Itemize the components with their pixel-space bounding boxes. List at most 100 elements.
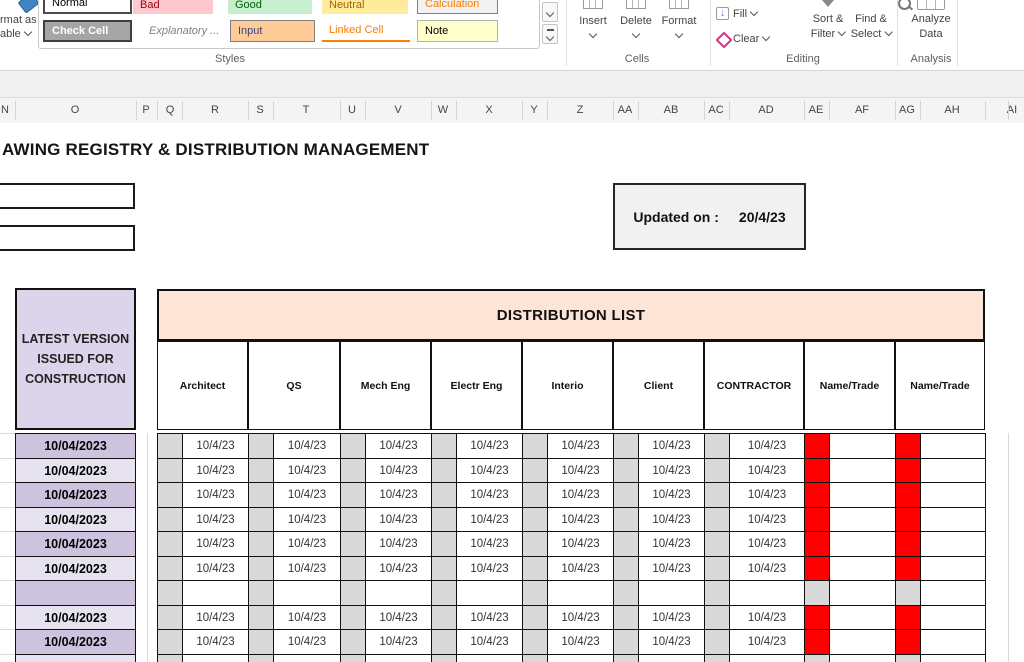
dist-date-cell[interactable] [182, 654, 249, 662]
separator-cell[interactable] [431, 629, 457, 655]
style-input[interactable]: Input [230, 20, 315, 42]
separator-cell[interactable] [522, 654, 548, 662]
separator-cell[interactable] [704, 654, 730, 662]
name-trade-cell[interactable] [920, 654, 986, 662]
dist-date-cell[interactable]: 10/4/23 [638, 605, 705, 630]
col-letter-R[interactable]: R [211, 98, 219, 123]
dist-date-cell[interactable] [729, 654, 805, 662]
separator-cell[interactable] [431, 654, 457, 662]
separator-cell[interactable] [340, 507, 366, 532]
separator-cell[interactable] [613, 531, 639, 557]
dist-date-cell[interactable] [273, 654, 341, 662]
col-letter-O[interactable]: O [71, 98, 80, 123]
separator-cell[interactable] [340, 629, 366, 655]
separator-cell[interactable] [157, 580, 183, 606]
dist-date-cell[interactable] [638, 580, 705, 606]
style-neutral[interactable]: Neutral [322, 0, 408, 14]
col-letter-AA[interactable]: AA [618, 98, 633, 123]
name-trade-cell[interactable] [920, 482, 986, 508]
style-note[interactable]: Note [417, 20, 498, 42]
separator-cell[interactable] [157, 556, 183, 581]
separator-cell[interactable] [248, 556, 274, 581]
dist-col-header-name-trade[interactable]: Name/Trade [804, 341, 895, 430]
dist-date-cell[interactable]: 10/4/23 [182, 507, 249, 532]
separator-cell[interactable] [157, 458, 183, 483]
format-as-table-button[interactable]: rmat as able [0, 0, 36, 52]
separator-cell[interactable] [704, 605, 730, 630]
flag-cell[interactable] [895, 605, 921, 630]
dist-date-cell[interactable]: 10/4/23 [547, 605, 614, 630]
dist-date-cell[interactable]: 10/4/23 [638, 531, 705, 557]
version-date-cell[interactable]: 10/04/2023 [15, 629, 136, 655]
name-trade-cell[interactable] [829, 482, 896, 508]
flag-cell[interactable] [804, 605, 830, 630]
style-good[interactable]: Good [228, 0, 312, 14]
name-trade-cell[interactable] [829, 458, 896, 483]
dist-date-cell[interactable]: 10/4/23 [273, 433, 341, 459]
styles-more-button[interactable] [542, 24, 558, 44]
dist-date-cell[interactable]: 10/4/23 [365, 458, 432, 483]
styles-scroll-up-button[interactable] [542, 2, 558, 22]
dist-date-cell[interactable]: 10/4/23 [456, 556, 523, 581]
input-box-2[interactable] [0, 225, 135, 251]
dist-date-cell[interactable]: 10/4/23 [547, 507, 614, 532]
col-letter-Y[interactable]: Y [530, 98, 537, 123]
dist-date-cell[interactable]: 10/4/23 [273, 605, 341, 630]
dist-date-cell[interactable]: 10/4/23 [729, 458, 805, 483]
name-trade-cell[interactable] [829, 507, 896, 532]
separator-cell[interactable] [704, 433, 730, 459]
version-date-cell[interactable]: 10/04/2023 [15, 458, 136, 483]
separator-cell[interactable] [704, 507, 730, 532]
name-trade-cell[interactable] [920, 580, 986, 606]
name-trade-cell[interactable] [829, 654, 896, 662]
version-date-cell[interactable]: 10/04/2023 [15, 433, 136, 459]
separator-cell[interactable] [248, 458, 274, 483]
separator-cell[interactable] [613, 458, 639, 483]
version-date-cell[interactable]: 10/04/2023 [15, 605, 136, 630]
dist-date-cell[interactable]: 10/4/23 [273, 556, 341, 581]
separator-cell[interactable] [522, 458, 548, 483]
separator-cell[interactable] [431, 580, 457, 606]
flag-cell[interactable] [804, 458, 830, 483]
col-letter-W[interactable]: W [438, 98, 448, 123]
separator-cell[interactable] [431, 605, 457, 630]
separator-cell[interactable] [340, 605, 366, 630]
separator-cell[interactable] [613, 605, 639, 630]
dist-date-cell[interactable]: 10/4/23 [456, 458, 523, 483]
dist-date-cell[interactable]: 10/4/23 [638, 507, 705, 532]
dist-col-header-contractor[interactable]: CONTRACTOR [704, 341, 804, 430]
separator-cell[interactable] [157, 433, 183, 459]
flag-cell[interactable] [895, 482, 921, 508]
separator-cell[interactable] [340, 654, 366, 662]
dist-date-cell[interactable] [547, 654, 614, 662]
dist-date-cell[interactable]: 10/4/23 [638, 556, 705, 581]
dist-date-cell[interactable]: 10/4/23 [456, 482, 523, 508]
separator-cell[interactable] [704, 556, 730, 581]
dist-date-cell[interactable] [273, 580, 341, 606]
updated-on-box[interactable]: Updated on : 20/4/23 [613, 183, 806, 250]
name-trade-cell[interactable] [920, 629, 986, 655]
separator-cell[interactable] [613, 556, 639, 581]
name-trade-cell[interactable] [829, 556, 896, 581]
dist-date-cell[interactable] [547, 580, 614, 606]
version-date-cell[interactable]: 10/04/2023 [15, 531, 136, 557]
separator-cell[interactable] [431, 556, 457, 581]
separator-cell[interactable] [613, 507, 639, 532]
dist-date-cell[interactable] [182, 580, 249, 606]
separator-cell[interactable] [522, 433, 548, 459]
col-letter-AF[interactable]: AF [855, 98, 869, 123]
dist-date-cell[interactable]: 10/4/23 [365, 507, 432, 532]
col-letter-AD[interactable]: AD [758, 98, 773, 123]
dist-date-cell[interactable]: 10/4/23 [273, 458, 341, 483]
latest-version-header[interactable]: LATEST VERSION ISSUED FOR CONSTRUCTION [15, 288, 136, 430]
separator-cell[interactable] [522, 531, 548, 557]
col-letter-AH[interactable]: AH [944, 98, 959, 123]
name-trade-cell[interactable] [920, 507, 986, 532]
separator-cell[interactable] [340, 458, 366, 483]
dist-date-cell[interactable]: 10/4/23 [638, 458, 705, 483]
dist-date-cell[interactable] [456, 654, 523, 662]
col-letter-U[interactable]: U [348, 98, 356, 123]
dist-date-cell[interactable]: 10/4/23 [365, 556, 432, 581]
style-linked-cell[interactable]: Linked Cell [322, 20, 410, 42]
dist-date-cell[interactable]: 10/4/23 [456, 433, 523, 459]
